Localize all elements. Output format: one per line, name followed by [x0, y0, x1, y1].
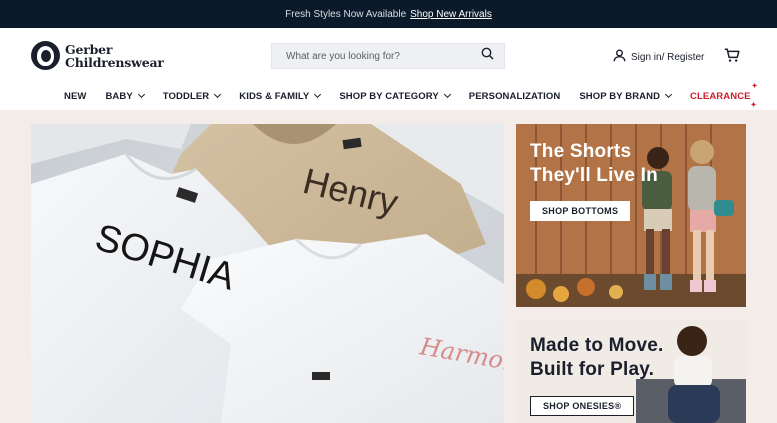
brand-logo[interactable]: Gerber Childrenswear — [31, 41, 164, 70]
promo-card-title: Made to Move. Built for Play. — [530, 334, 664, 382]
chevron-down-icon — [137, 90, 145, 99]
nav-item-personalization[interactable]: PERSONALIZATION — [469, 91, 561, 102]
nav-item-toddler[interactable]: TODDLER — [162, 90, 222, 102]
nav-item-baby[interactable]: BABY — [105, 90, 145, 102]
chevron-down-icon — [214, 90, 222, 99]
promo-card-title: The Shorts They'll Live In — [530, 140, 658, 188]
nav-label: BABY — [105, 90, 133, 102]
sign-in-label: Sign in/ Register — [631, 51, 705, 63]
promo-text: Fresh Styles Now Available — [285, 8, 407, 20]
shop-bottoms-button[interactable]: SHOP BOTTOMS — [530, 201, 631, 221]
chevron-down-icon — [314, 90, 322, 99]
hero-banner[interactable]: SOPHIA Henry Harmon — [31, 124, 504, 423]
nav-label: SHOP BY CATEGORY — [339, 90, 439, 102]
search-icon[interactable] — [481, 47, 494, 65]
nav-label: KIDS & FAMILY — [239, 90, 310, 102]
nav-label: TODDLER — [162, 90, 210, 102]
sign-in-link[interactable]: Sign in/ Register — [613, 49, 704, 65]
chevron-down-icon — [665, 90, 673, 99]
personalized-onesies-image: SOPHIA Henry Harmon — [31, 124, 504, 423]
promo-bar: Fresh Styles Now Available Shop New Arri… — [0, 0, 777, 28]
nav-label: PERSONALIZATION — [468, 90, 561, 102]
nav-item-shop-by-brand[interactable]: SHOP BY BRAND — [579, 90, 673, 102]
nav-label: NEW — [64, 90, 87, 102]
shop-onesies-button[interactable]: SHOP ONESIES® — [530, 396, 635, 416]
chevron-down-icon — [443, 90, 451, 99]
logo-line1: Gerber — [65, 41, 113, 57]
gerber-baby-logo-icon — [31, 41, 60, 70]
logo-line2: Childrenswear — [65, 54, 164, 70]
nav-item-new[interactable]: NEW — [64, 91, 86, 102]
nav-item-shop-by-category[interactable]: SHOP BY CATEGORY — [339, 90, 451, 102]
promo-card-shorts[interactable]: The Shorts They'll Live In SHOP BOTTOMS — [516, 124, 746, 307]
title-line: Made to Move. — [530, 335, 664, 356]
title-line: They'll Live In — [530, 165, 658, 186]
nav-item-clearance[interactable]: CLEARANCE ✦ ✦ — [690, 83, 757, 109]
search-bar — [271, 43, 505, 69]
cart-icon[interactable] — [724, 48, 740, 68]
nav-label: CLEARANCE — [690, 90, 751, 102]
shop-new-arrivals-link[interactable]: Shop New Arrivals — [410, 9, 492, 20]
main-nav: NEW BABY TODDLER KIDS & FAMILY SHOP BY C… — [0, 82, 777, 110]
nav-item-kids-family[interactable]: KIDS & FAMILY — [239, 90, 322, 102]
title-line: The Shorts — [530, 141, 632, 162]
main-content: SOPHIA Henry Harmon The Shorts They'll L… — [0, 110, 777, 423]
promo-card-onesies[interactable]: Made to Move. Built for Play. SHOP ONESI… — [516, 319, 746, 423]
sparkle-icon: ✦ — [750, 101, 757, 109]
title-line: Built for Play. — [530, 359, 655, 380]
search-input[interactable] — [286, 50, 481, 62]
logo-wordmark: Gerber Childrenswear — [65, 43, 164, 69]
sparkle-icon: ✦ — [751, 82, 758, 90]
site-header: Gerber Childrenswear Sign in/ Register — [0, 28, 777, 82]
nav-label: SHOP BY BRAND — [579, 90, 661, 102]
user-icon — [613, 49, 626, 65]
